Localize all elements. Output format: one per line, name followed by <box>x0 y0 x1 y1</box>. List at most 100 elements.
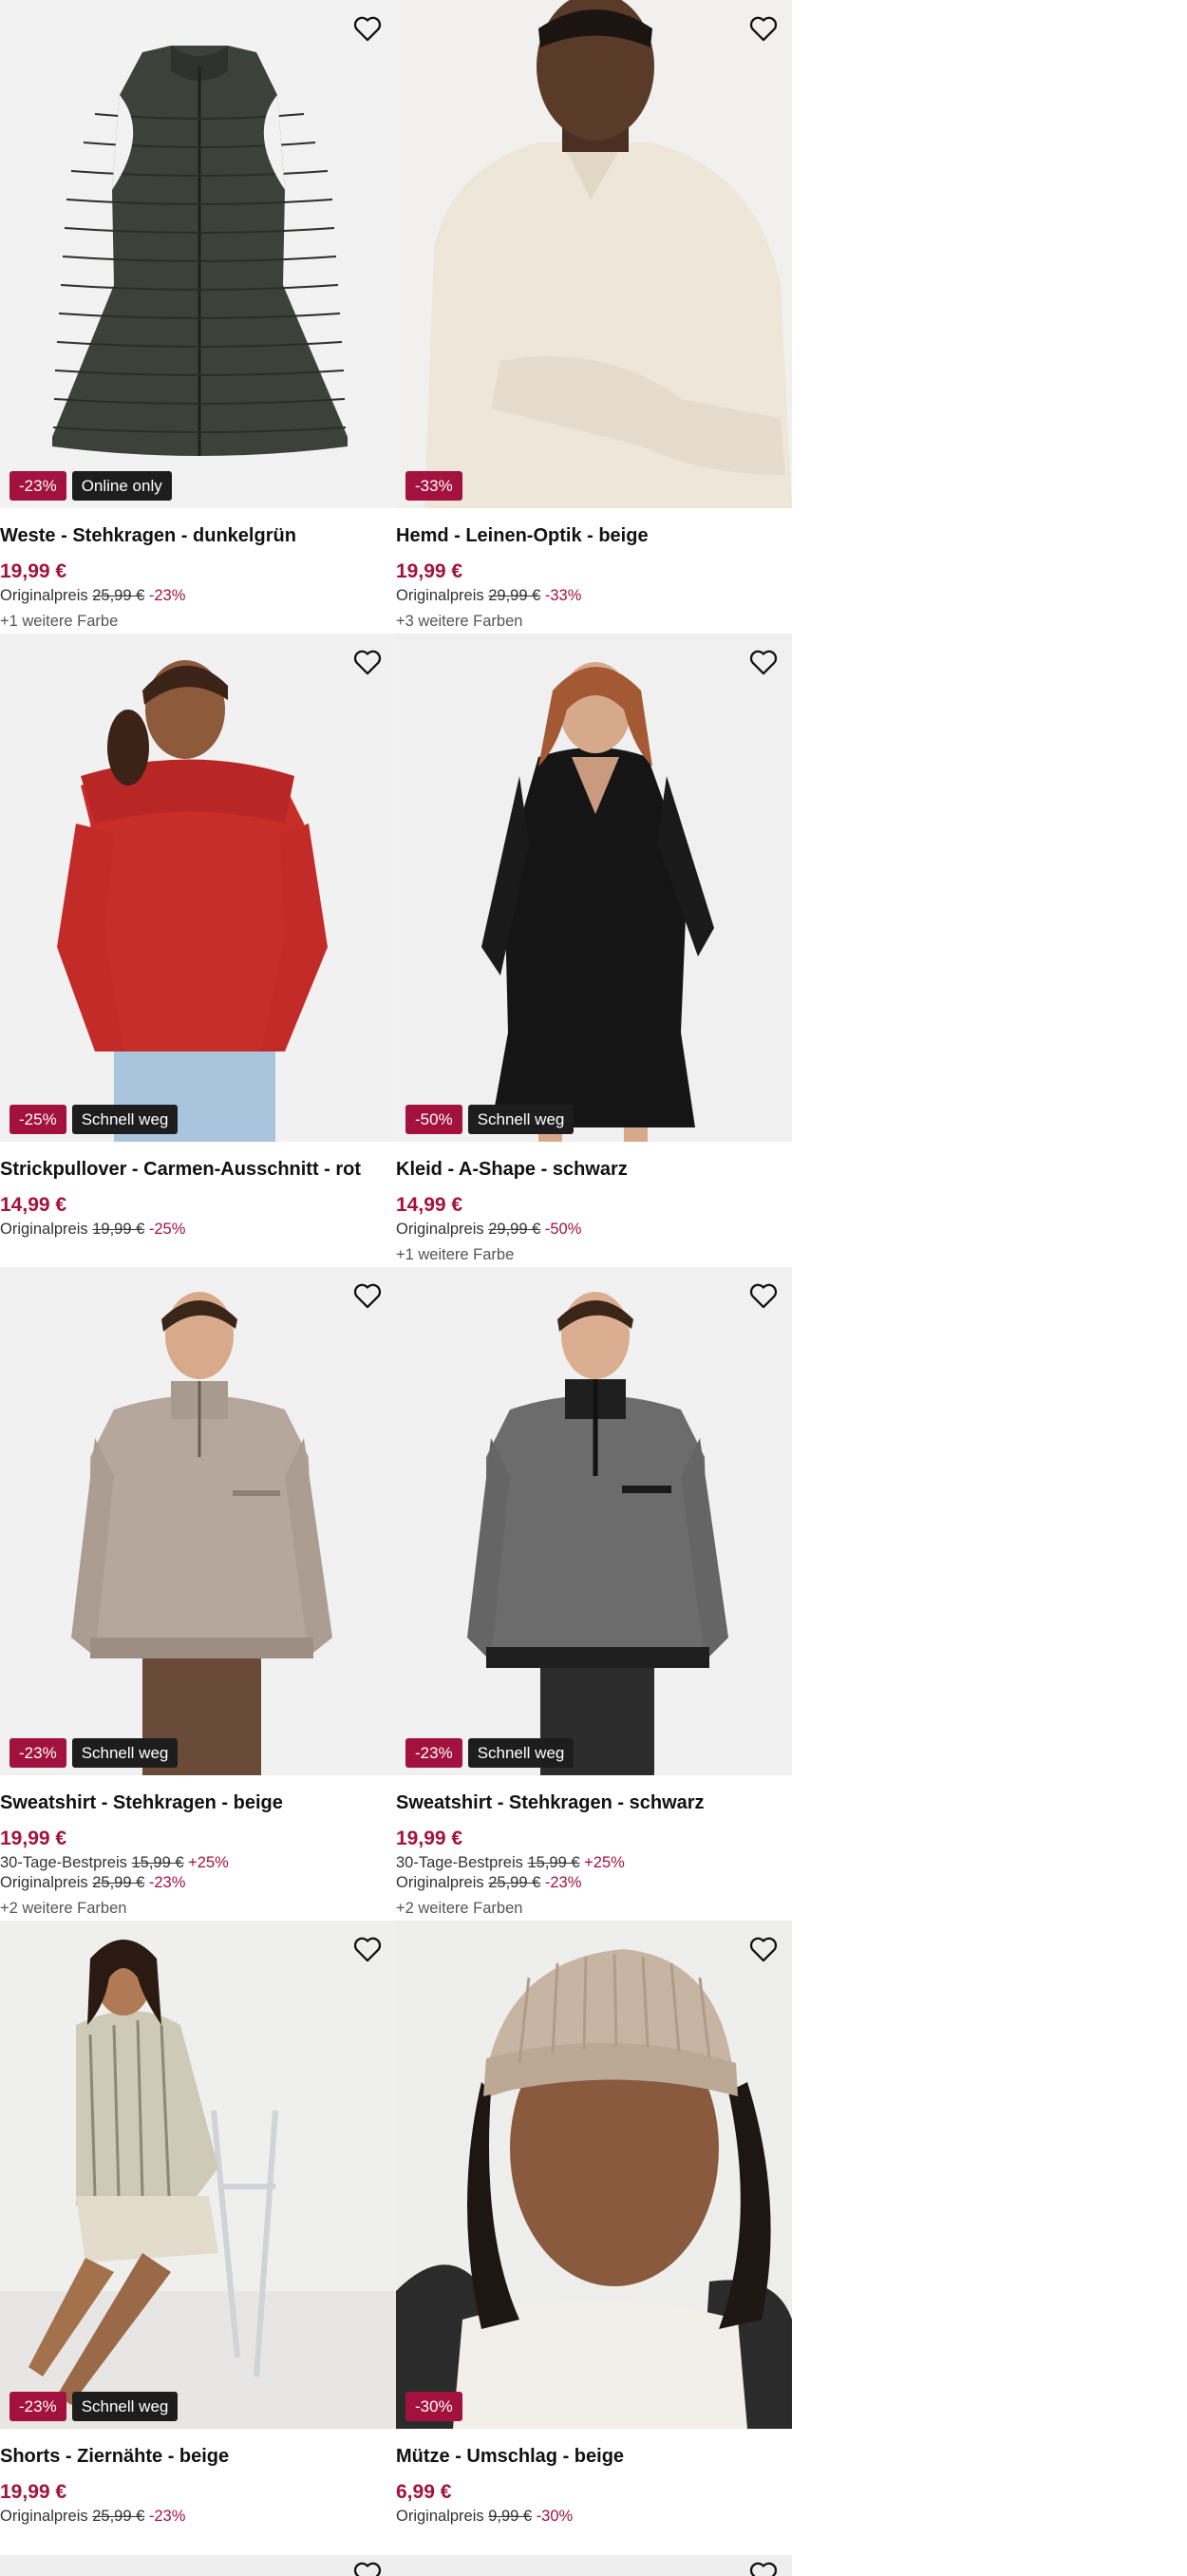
wishlist-heart-icon[interactable] <box>350 1279 385 1313</box>
badge-group: -50% Schnell weg <box>405 1105 575 1134</box>
product-card[interactable]: -23% Schnell weg Sweatshirt - Stehkragen… <box>396 1267 792 1921</box>
original-price-discount: -33% <box>544 587 582 604</box>
product-card[interactable] <box>0 2555 396 2576</box>
product-name[interactable]: Hemd - Leinen-Optik - beige <box>396 525 792 554</box>
label-badge: Schnell weg <box>71 2392 179 2421</box>
more-colors-link[interactable]: +1 weitere Farbe <box>396 1246 792 1267</box>
product-price: 19,99 € <box>396 560 463 582</box>
more-colors-link[interactable]: +3 weitere Farben <box>396 613 792 634</box>
original-price-row: Originalpreis 9,99 € -30% <box>396 2508 792 2528</box>
best-price: 15,99 € <box>131 1854 184 1871</box>
original-price-row: Originalpreis 25,99 € -23% <box>0 1874 396 1894</box>
product-card[interactable]: -23% Schnell weg Sweatshirt - Stehkragen… <box>0 1267 396 1921</box>
original-price-row: Originalpreis 29,99 € -33% <box>396 587 792 607</box>
original-price-label: Originalpreis <box>396 587 484 604</box>
product-image[interactable]: -25% Schnell weg <box>0 634 396 1142</box>
wishlist-heart-icon[interactable] <box>350 1932 385 1966</box>
product-name[interactable]: Shorts - Ziernähte - beige <box>0 2446 396 2474</box>
best-price-change: +25% <box>188 1854 229 1871</box>
product-card[interactable]: -30% Mütze - Umschlag - beige 6,99 € Ori… <box>396 1921 792 2528</box>
product-image[interactable]: -33% <box>396 0 792 508</box>
original-price-label: Originalpreis <box>0 1874 88 1891</box>
product-image[interactable]: -23% Schnell weg <box>0 1921 396 2429</box>
more-colors-link[interactable]: +2 weitere Farben <box>396 1900 792 1921</box>
label-badge: Schnell weg <box>71 1105 179 1134</box>
product-name[interactable]: Kleid - A-Shape - schwarz <box>396 1159 792 1187</box>
wishlist-heart-icon[interactable] <box>746 2557 781 2576</box>
product-name[interactable]: Mütze - Umschlag - beige <box>396 2446 792 2474</box>
badge-group: -23% Online only <box>9 471 172 501</box>
product-card[interactable]: -25% Schnell weg Strickpullover - Carmen… <box>0 634 396 1241</box>
more-colors-link[interactable]: +1 weitere Farbe <box>0 613 396 634</box>
product-card[interactable]: -23% Schnell weg Shorts - Ziernähte - be… <box>0 1921 396 2528</box>
original-price-label: Originalpreis <box>396 1221 484 1238</box>
product-image[interactable]: -23% Schnell weg <box>0 1267 396 1775</box>
grey-sweatshirt-illustration <box>396 1267 792 1775</box>
best-price-label: 30-Tage-Bestpreis <box>0 1854 127 1871</box>
product-card[interactable] <box>396 2555 792 2576</box>
product-name[interactable]: Sweatshirt - Stehkragen - schwarz <box>396 1792 792 1821</box>
original-price-discount: -23% <box>148 2508 186 2525</box>
product-card[interactable]: -23% Online only Weste - Stehkragen - du… <box>0 0 396 634</box>
wishlist-heart-icon[interactable] <box>746 1279 781 1313</box>
original-price-discount: -23% <box>148 1874 186 1891</box>
product-image[interactable] <box>0 2555 396 2576</box>
original-price-row: Originalpreis 25,99 € -23% <box>396 1874 792 1894</box>
product-info: Strickpullover - Carmen-Ausschnitt - rot… <box>0 1142 396 1241</box>
best-price-label: 30-Tage-Bestpreis <box>396 1854 523 1871</box>
product-card[interactable]: -33% Hemd - Leinen-Optik - beige 19,99 €… <box>396 0 792 634</box>
product-info: Shorts - Ziernähte - beige 19,99 € Origi… <box>0 2429 396 2528</box>
badge-group: -23% Schnell weg <box>9 2392 179 2421</box>
wishlist-heart-icon[interactable] <box>350 645 385 679</box>
product-info: Sweatshirt - Stehkragen - beige 19,99 € … <box>0 1775 396 1921</box>
product-image[interactable]: -30% <box>396 1921 792 2429</box>
original-price-discount: -25% <box>148 1221 186 1238</box>
original-price: 29,99 € <box>488 1221 541 1238</box>
original-price: 25,99 € <box>92 1874 145 1891</box>
product-image[interactable] <box>396 2555 792 2576</box>
wishlist-heart-icon[interactable] <box>746 1932 781 1966</box>
original-price-label: Originalpreis <box>396 2508 484 2525</box>
label-badge: Online only <box>71 471 172 501</box>
original-price: 25,99 € <box>92 2508 145 2525</box>
product-image[interactable]: -23% Online only <box>0 0 396 508</box>
more-colors-link[interactable]: +2 weitere Farben <box>0 1900 396 1921</box>
product-name[interactable]: Strickpullover - Carmen-Ausschnitt - rot <box>0 1159 396 1187</box>
product-name[interactable]: Weste - Stehkragen - dunkelgrün <box>0 525 396 554</box>
best-price-row: 30-Tage-Bestpreis 15,99 € +25% <box>396 1854 792 1874</box>
discount-badge: -50% <box>405 1105 462 1134</box>
product-price: 19,99 € <box>396 1828 463 1849</box>
product-price: 19,99 € <box>0 560 67 582</box>
product-name[interactable]: Sweatshirt - Stehkragen - beige <box>0 1792 396 1821</box>
original-price-discount: -30% <box>536 2508 574 2525</box>
product-price: 19,99 € <box>0 2481 67 2503</box>
original-price-label: Originalpreis <box>396 1874 484 1891</box>
product-card[interactable]: -50% Schnell weg Kleid - A-Shape - schwa… <box>396 634 792 1267</box>
product-info: Hemd - Leinen-Optik - beige 19,99 € Orig… <box>396 508 792 634</box>
discount-badge: -23% <box>9 471 66 501</box>
beige-beanie-illustration <box>396 1921 792 2429</box>
best-price-change: +25% <box>584 1854 625 1871</box>
wishlist-heart-icon[interactable] <box>350 2557 385 2576</box>
discount-badge: -33% <box>405 471 462 501</box>
wishlist-heart-icon[interactable] <box>746 11 781 46</box>
badge-group: -33% <box>405 471 462 501</box>
wishlist-heart-icon[interactable] <box>350 11 385 46</box>
badge-group: -23% Schnell weg <box>9 1738 179 1768</box>
original-price: 29,99 € <box>488 587 541 604</box>
product-image[interactable]: -23% Schnell weg <box>396 1267 792 1775</box>
original-price: 25,99 € <box>92 587 145 604</box>
product-info: Weste - Stehkragen - dunkelgrün 19,99 € … <box>0 508 396 634</box>
red-sweater-illustration <box>0 634 396 1142</box>
original-price-label: Originalpreis <box>0 1221 88 1238</box>
original-price-label: Originalpreis <box>0 2508 88 2525</box>
best-price: 15,99 € <box>527 1854 580 1871</box>
badge-group: -25% Schnell weg <box>9 1105 179 1134</box>
original-price: 19,99 € <box>92 1221 145 1238</box>
best-price-row: 30-Tage-Bestpreis 15,99 € +25% <box>0 1854 396 1874</box>
product-image[interactable]: -50% Schnell weg <box>396 634 792 1142</box>
label-badge: Schnell weg <box>467 1105 575 1134</box>
discount-badge: -23% <box>405 1738 462 1768</box>
black-dress-illustration <box>396 634 792 1142</box>
wishlist-heart-icon[interactable] <box>746 645 781 679</box>
